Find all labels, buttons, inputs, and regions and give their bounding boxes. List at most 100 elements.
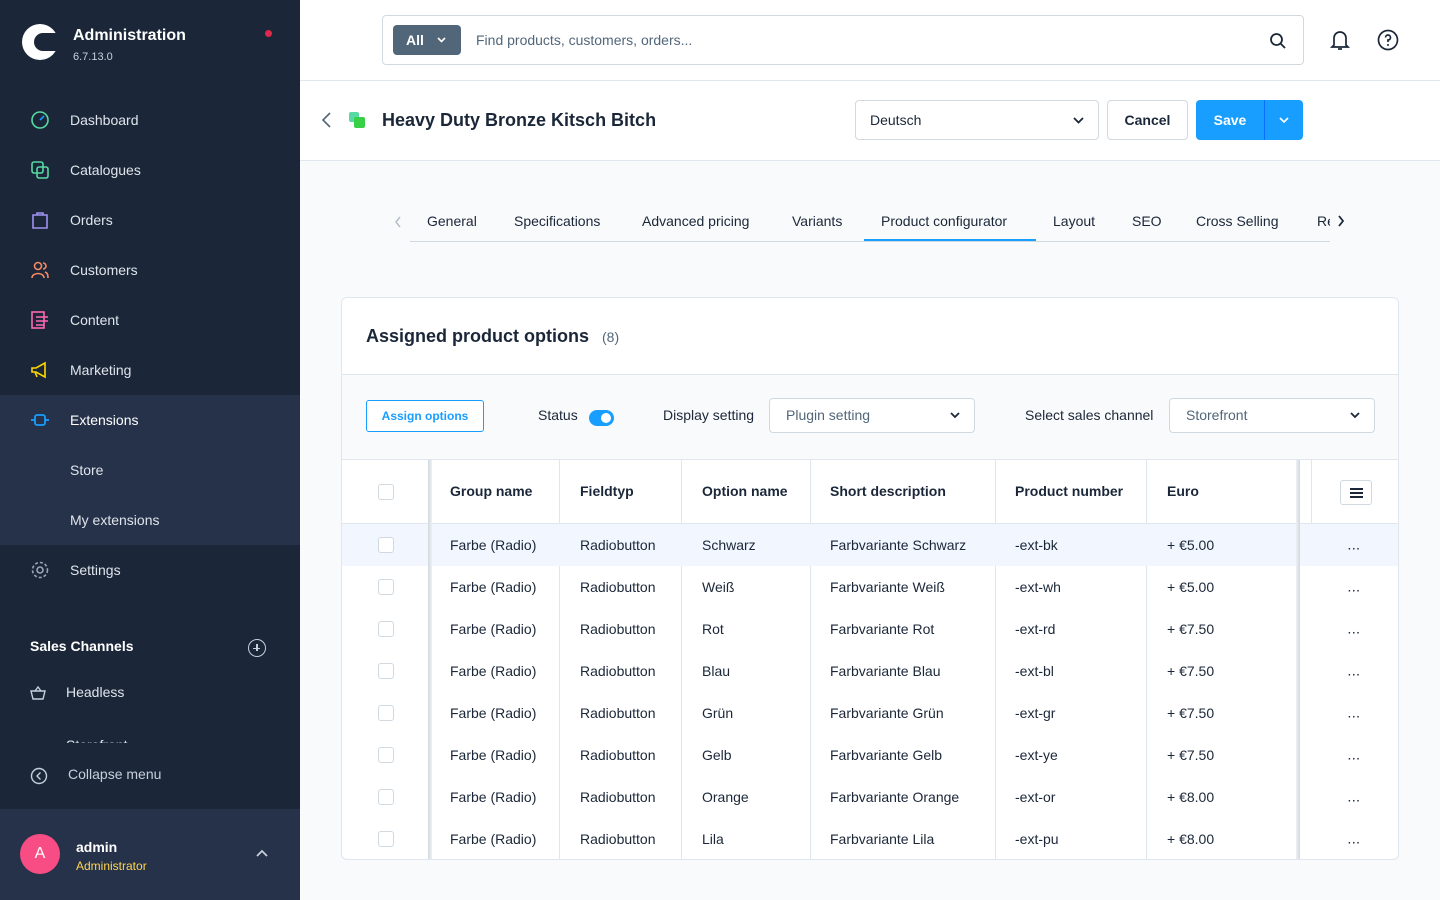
back-icon[interactable] [320, 111, 332, 129]
tab-product-configurator[interactable]: Product configurator [881, 213, 1007, 229]
tab-advanced-pricing[interactable]: Advanced pricing [642, 213, 749, 229]
chevron-left-icon[interactable] [394, 216, 402, 228]
user-menu[interactable]: A admin Administrator [0, 809, 300, 900]
table-row[interactable]: Farbe (Radio) Radiobutton Gelb Farbvariante… [342, 734, 1398, 776]
tab-variants[interactable]: Variants [792, 213, 842, 229]
row-actions-icon[interactable]: ··· [1348, 712, 1361, 723]
nav-label: Marketing [70, 362, 132, 378]
tab-layout[interactable]: Layout [1053, 213, 1095, 229]
dashboard-icon [31, 111, 49, 129]
chevron-up-icon[interactable] [256, 849, 268, 857]
add-sales-channel-icon[interactable] [248, 639, 266, 657]
row-checkbox[interactable] [378, 705, 394, 721]
brand-title: Administration [73, 27, 186, 44]
row-actions-icon[interactable]: ··· [1348, 796, 1361, 807]
nav-item-settings[interactable]: Settings [0, 545, 300, 595]
active-tab-indicator [864, 239, 1036, 241]
collapse-menu[interactable]: Collapse menu [30, 766, 161, 785]
product-number-cell: -ext-bl [1015, 663, 1054, 679]
row-actions-icon[interactable]: ··· [1348, 838, 1361, 849]
option-name-cell: Weiß [702, 579, 735, 595]
product-number-cell: -ext-bk [1015, 537, 1058, 553]
row-checkbox[interactable] [378, 789, 394, 805]
bell-icon[interactable] [1328, 28, 1352, 52]
row-checkbox[interactable] [378, 663, 394, 679]
sticky-column-shadow [428, 460, 432, 859]
search-icon[interactable] [1269, 32, 1287, 50]
table-row[interactable]: Farbe (Radio) Radiobutton Blau Farbvariante… [342, 650, 1398, 692]
sales-channel-headless[interactable]: Headless [30, 684, 124, 700]
column-header-group-name[interactable]: Group name [450, 483, 532, 499]
product-tabs: General Specifications Advanced pricing … [395, 200, 1345, 242]
shopware-logo-icon[interactable] [22, 24, 58, 60]
tab-seo[interactable]: SEO [1132, 213, 1162, 229]
short-description-cell: Farbvariante Grün [830, 705, 944, 721]
chevron-down-icon [437, 37, 446, 43]
row-actions-icon[interactable]: ··· [1348, 544, 1361, 555]
sidebar: Administration 6.7.13.0 Dashboard Catalo… [0, 0, 300, 900]
row-checkbox[interactable] [378, 621, 394, 637]
select-all-checkbox[interactable] [378, 484, 394, 500]
search-type-filter[interactable]: All [393, 25, 461, 55]
row-actions-icon[interactable]: ··· [1348, 754, 1361, 765]
euro-cell: + €8.00 [1167, 831, 1215, 847]
sales-channel-storefront[interactable]: Storefront [30, 733, 270, 743]
save-button[interactable]: Save [1196, 100, 1264, 140]
nav-item-my-extensions[interactable]: My extensions [0, 495, 300, 545]
table-row[interactable]: Farbe (Radio) Radiobutton Weiß Farbvariante… [342, 566, 1398, 608]
column-header-euro[interactable]: Euro [1167, 483, 1199, 499]
chevron-right-icon[interactable] [1337, 215, 1345, 227]
orders-icon [32, 212, 48, 229]
column-settings-button[interactable] [1340, 480, 1372, 505]
nav-item-content[interactable]: Content [0, 295, 300, 345]
nav-label: Customers [70, 262, 138, 278]
row-actions-icon[interactable]: ··· [1348, 670, 1361, 681]
row-actions-icon[interactable]: ··· [1348, 586, 1361, 597]
sales-channel-select[interactable]: Storefront [1169, 398, 1375, 433]
language-value: Deutsch [870, 112, 922, 128]
column-divider [1311, 460, 1312, 524]
tab-cross-selling[interactable]: Cross Selling [1196, 213, 1278, 229]
basket-icon [30, 686, 46, 700]
nav-item-dashboard[interactable]: Dashboard [0, 95, 300, 145]
euro-cell: + €7.50 [1167, 621, 1215, 637]
table-row[interactable]: Farbe (Radio) Radiobutton Lila Farbvariante… [342, 818, 1398, 859]
column-header-fieldtyp[interactable]: Fieldtyp [580, 483, 634, 499]
assign-options-button[interactable]: Assign options [366, 400, 484, 432]
nav-item-store[interactable]: Store [0, 445, 300, 495]
row-checkbox[interactable] [378, 831, 394, 847]
language-select[interactable]: Deutsch [855, 100, 1099, 140]
display-setting-select[interactable]: Plugin setting [769, 398, 975, 433]
nav-item-marketing[interactable]: Marketing [0, 345, 300, 395]
row-checkbox[interactable] [378, 579, 394, 595]
row-checkbox[interactable] [378, 747, 394, 763]
marketing-icon [31, 361, 46, 379]
nav-item-orders[interactable]: Orders [0, 195, 300, 245]
row-checkbox[interactable] [378, 537, 394, 553]
option-name-cell: Schwarz [702, 537, 756, 553]
table-row[interactable]: Farbe (Radio) Radiobutton Orange Farbvarian… [342, 776, 1398, 818]
save-options-button[interactable] [1264, 100, 1303, 140]
cancel-button[interactable]: Cancel [1107, 100, 1188, 140]
help-icon[interactable] [1376, 28, 1400, 52]
nav-item-catalogues[interactable]: Catalogues [0, 145, 300, 195]
nav-item-extensions[interactable]: Extensions [0, 395, 300, 445]
tab-reviews[interactable]: Re [1317, 213, 1330, 229]
short-description-cell: Farbvariante Orange [830, 789, 960, 805]
status-toggle[interactable] [589, 410, 614, 426]
tab-general[interactable]: General [427, 213, 477, 229]
column-header-short-description[interactable]: Short description [830, 483, 946, 499]
top-bar: All [300, 0, 1440, 81]
card-header: Assigned product options (8) [342, 298, 1398, 375]
table-row[interactable]: Farbe (Radio) Radiobutton Schwarz Farbvaria… [342, 524, 1398, 566]
euro-cell: + €5.00 [1167, 537, 1215, 553]
tab-specifications[interactable]: Specifications [514, 213, 600, 229]
fieldtyp-cell: Radiobutton [580, 747, 656, 763]
table-row[interactable]: Farbe (Radio) Radiobutton Rot Farbvariante … [342, 608, 1398, 650]
column-header-product-number[interactable]: Product number [1015, 483, 1123, 499]
table-row[interactable]: Farbe (Radio) Radiobutton Grün Farbvariante… [342, 692, 1398, 734]
search-input[interactable] [476, 26, 1236, 54]
column-header-option-name[interactable]: Option name [702, 483, 788, 499]
nav-item-customers[interactable]: Customers [0, 245, 300, 295]
row-actions-icon[interactable]: ··· [1348, 628, 1361, 639]
